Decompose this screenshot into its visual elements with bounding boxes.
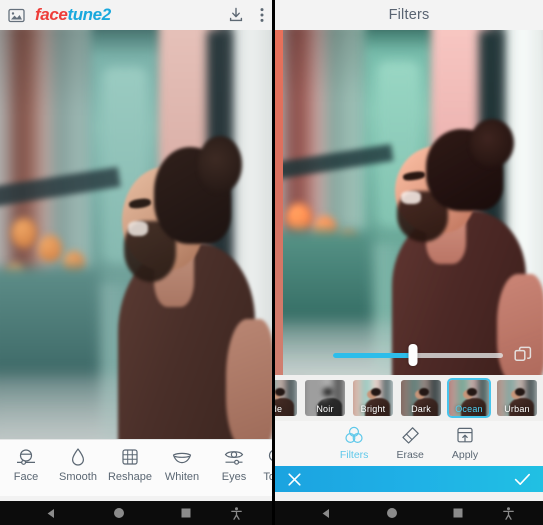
apply-stamp-icon <box>455 426 475 445</box>
tool-erase[interactable]: Erase <box>396 426 424 461</box>
photo-subject <box>92 135 272 439</box>
tool-label: Eyes <box>221 471 247 483</box>
tool-touchup[interactable]: Touc <box>260 447 272 483</box>
eraser-icon <box>400 426 420 445</box>
back-triangle-icon <box>322 508 329 518</box>
nav-accessibility-button[interactable] <box>491 506 525 520</box>
nav-back-button[interactable] <box>293 508 359 519</box>
filters-circles-icon <box>344 426 364 445</box>
close-x-icon[interactable] <box>287 472 302 487</box>
tool-filters[interactable]: Filters <box>339 426 369 461</box>
right-tool-row: Filters Erase Apply <box>275 421 543 466</box>
slider-fill <box>333 352 413 358</box>
filter-thumbnail-strip[interactable]: de Noir Bright Dark <box>275 375 543 421</box>
tool-label: Smooth <box>59 471 97 483</box>
tool-label: Face <box>13 471 39 483</box>
tool-label: Filters <box>339 449 369 461</box>
tool-apply[interactable]: Apply <box>452 426 478 461</box>
logo-face-text: face <box>35 5 68 24</box>
filter-label: Ocean <box>455 404 483 414</box>
teeth-smile-icon <box>171 447 193 467</box>
filter-item-dark[interactable]: Dark <box>399 378 443 418</box>
right-phone-screen: Filters e Noir Bright Dark Ocean Urban F… <box>275 0 543 525</box>
home-circle-icon <box>387 508 397 518</box>
nav-recents-button[interactable] <box>425 508 491 518</box>
download-icon[interactable] <box>228 7 244 23</box>
right-topbar: Filters <box>275 0 543 30</box>
eye-slider-icon <box>223 447 245 467</box>
tool-eyes[interactable]: Eyes <box>208 447 260 483</box>
back-triangle-icon <box>47 508 55 518</box>
grid-mesh-icon <box>120 447 140 467</box>
filter-item-bright[interactable]: Bright <box>351 378 395 418</box>
tool-whiten[interactable]: Whiten <box>156 447 208 483</box>
filter-intensity-slider[interactable] <box>333 344 503 366</box>
tool-reshape[interactable]: Reshape <box>104 447 156 483</box>
right-photo-stage[interactable] <box>275 30 543 375</box>
nav-back-button[interactable] <box>18 508 85 519</box>
filter-label: de <box>275 404 283 414</box>
filter-label: Dark <box>411 404 431 414</box>
touch-up-icon <box>264 447 272 467</box>
android-navbar-left <box>0 501 272 525</box>
topbar-actions <box>228 7 264 23</box>
tool-face[interactable]: Face <box>0 447 52 483</box>
nav-home-button[interactable] <box>85 507 152 519</box>
app-logo-text: facetune2 <box>35 5 111 25</box>
home-circle-icon <box>113 508 124 518</box>
filter-label: Noir <box>316 404 334 414</box>
left-photo-stage[interactable] <box>0 30 272 439</box>
nav-home-button[interactable] <box>359 507 425 519</box>
gallery-icon[interactable] <box>8 8 25 23</box>
tool-label: Touc <box>263 471 272 483</box>
filter-item-noir[interactable]: Noir <box>303 378 347 418</box>
nav-recents-button[interactable] <box>153 508 220 518</box>
tool-label: Reshape <box>107 471 153 483</box>
app-branding: facetune2 <box>8 5 111 25</box>
compare-layers-icon[interactable] <box>513 345 533 365</box>
tool-label: Apply <box>451 449 479 461</box>
filter-intensity-row <box>275 344 543 366</box>
page-title: Filters <box>388 7 430 23</box>
filter-item-fade[interactable]: de <box>275 378 299 418</box>
filtered-photo <box>275 30 543 375</box>
filter-label: Bright <box>360 404 386 414</box>
recents-square-icon <box>181 508 191 518</box>
left-topbar: facetune2 <box>0 0 272 30</box>
left-phone-screen: facetune2 Face Smooth Reshape Whiten Eye… <box>0 0 272 525</box>
slider-thumb[interactable] <box>408 344 418 366</box>
filter-label: Urban <box>504 404 530 414</box>
photo-subject <box>366 119 543 375</box>
photo-edge-strip <box>275 30 283 375</box>
accessibility-icon <box>231 506 243 520</box>
overflow-menu-icon[interactable] <box>260 7 264 23</box>
tool-smooth[interactable]: Smooth <box>52 447 104 483</box>
filter-item-urban[interactable]: Urban <box>495 378 539 418</box>
tool-label: Whiten <box>164 471 200 483</box>
water-drop-icon <box>70 447 86 467</box>
filter-item-ocean[interactable]: Ocean <box>447 378 491 418</box>
tool-label: Erase <box>396 449 424 461</box>
android-navbar-right <box>275 501 543 525</box>
recents-square-icon <box>453 508 463 518</box>
dual-screenshot-container: facetune2 Face Smooth Reshape Whiten Eye… <box>0 0 543 525</box>
confirm-action-bar <box>275 466 543 492</box>
face-slider-icon <box>15 447 37 467</box>
checkmark-icon[interactable] <box>514 472 531 487</box>
logo-tune2-text: tune2 <box>67 5 111 24</box>
edited-photo <box>0 30 272 439</box>
left-tool-row: Face Smooth Reshape Whiten Eyes To <box>0 439 272 496</box>
accessibility-icon <box>502 506 514 520</box>
nav-accessibility-button[interactable] <box>220 506 254 520</box>
